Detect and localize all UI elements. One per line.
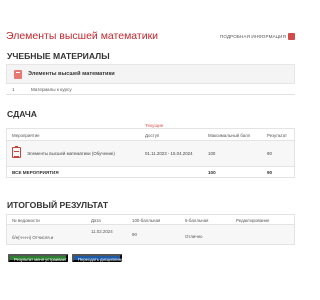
- result-score100: 90: [132, 232, 137, 237]
- submission-table-header: Мероприятие Доступ Максимальный балл Рез…: [7, 129, 294, 141]
- final-result-table: № ведомости Дата 100-балльная 5-балльная…: [6, 214, 295, 245]
- total-result: 90: [267, 170, 273, 175]
- total-label: ВСЕ МЕРОПРИЯТИЯ: [12, 170, 59, 175]
- result-date: 11.02.2024: [91, 229, 113, 234]
- activity-access: 01.11.2023 - 15.04.2024: [145, 151, 193, 156]
- submission-heading: СДАЧА: [7, 109, 38, 119]
- table-row: б/н(ч-н-н) Отчисля.и 11.02.2024 90 Отлич…: [7, 225, 294, 244]
- final-result-table-header: № ведомости Дата 100-балльная 5-балльная…: [7, 215, 294, 225]
- result-score5: Отлично: [185, 234, 203, 239]
- page-title: Элементы высшей математики: [6, 30, 159, 42]
- col-score100: 100-балльная: [132, 218, 161, 223]
- statement-number: б/н(ч-н-н) Отчисля.и: [12, 235, 54, 240]
- activity-name[interactable]: Элементы высшей математики (Обучение): [27, 151, 115, 156]
- material-row[interactable]: 1 Материалы к курсу: [6, 84, 295, 94]
- submission-total-row: ВСЕ МЕРОПРИЯТИЯ 100 90: [7, 167, 294, 178]
- col-editing: Редактирование: [236, 218, 270, 223]
- accept-result-button[interactable]: Результат меня устраивает: [8, 254, 68, 262]
- col-activity: Мероприятие: [12, 133, 40, 138]
- materials-heading: УЧЕБНЫЕ МАТЕРИАЛЫ: [7, 51, 110, 61]
- table-row[interactable]: Элементы высшей математики (Обучение) 01…: [7, 141, 294, 167]
- col-max-score: Максимальный балл: [208, 133, 251, 138]
- col-date: Дата: [91, 218, 101, 223]
- retake-course-button[interactable]: Пересдать дисциплину: [72, 254, 123, 262]
- col-score5: 5-балльная: [185, 218, 209, 223]
- divider: [6, 94, 295, 95]
- col-statement: № ведомости: [12, 218, 40, 223]
- more-info-toggle-icon[interactable]: [288, 33, 295, 40]
- activity-result: 90: [267, 151, 272, 156]
- submission-table: Мероприятие Доступ Максимальный балл Рез…: [6, 128, 295, 178]
- more-info-link[interactable]: ПОДРОБНАЯ ИНФОРМАЦИЯ: [220, 34, 286, 39]
- final-result-heading: ИТОГОВЫЙ РЕЗУЛЬТАТ: [7, 200, 109, 210]
- materials-card[interactable]: Элементы высшей математики: [6, 64, 295, 84]
- activity-max-score: 100: [208, 151, 216, 156]
- material-course-name: Элементы высшей математики: [28, 71, 115, 77]
- course-book-icon: [14, 70, 22, 79]
- clipboard-icon: [12, 146, 21, 158]
- col-result: Результат: [267, 133, 287, 138]
- material-row-number: 1: [12, 87, 15, 92]
- page-header: Элементы высшей математики ПОДРОБНАЯ ИНФ…: [6, 30, 295, 42]
- col-access: Доступ: [145, 133, 160, 138]
- material-row-label[interactable]: Материалы к курсу: [31, 87, 72, 92]
- total-max-score: 100: [208, 170, 216, 175]
